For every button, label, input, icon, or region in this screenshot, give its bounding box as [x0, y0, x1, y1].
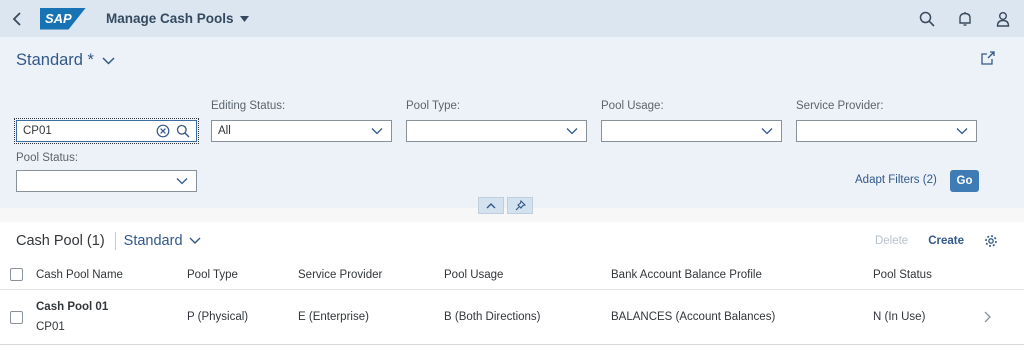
cash-pool-id: CP01: [36, 321, 65, 333]
pool-status-label: Pool Status:: [16, 152, 79, 164]
settings-gear-icon[interactable]: [984, 234, 998, 248]
table-toolbar: Cash Pool (1) Standard Delete Create: [0, 222, 1024, 260]
pool-usage-label: Pool Usage:: [601, 100, 664, 112]
column-header-service-provider[interactable]: Service Provider: [298, 269, 382, 281]
clear-icon[interactable]: [156, 124, 170, 138]
go-button[interactable]: Go: [950, 170, 979, 192]
caret-down-icon: [239, 15, 249, 22]
column-header-pool-usage[interactable]: Pool Usage: [444, 269, 503, 281]
service-provider-label: Service Provider:: [796, 100, 884, 112]
table-header: Cash Pool Name Pool Type Service Provide…: [0, 260, 1024, 290]
shell-bar: SAP Manage Cash Pools: [0, 0, 1024, 37]
chevron-right-icon[interactable]: [982, 311, 992, 323]
pool-status-select[interactable]: [16, 170, 197, 192]
search-icon[interactable]: [176, 124, 190, 138]
cash-pool-name: Cash Pool 01: [36, 301, 109, 313]
chevron-down-icon: [189, 237, 201, 244]
create-button[interactable]: Create: [928, 235, 964, 247]
share-icon[interactable]: [980, 50, 996, 66]
column-header-cash-pool-name[interactable]: Cash Pool Name: [36, 269, 123, 281]
chevron-down-icon: [102, 56, 115, 65]
back-button[interactable]: [0, 0, 34, 37]
pool-usage-cell: B (Both Directions): [444, 311, 541, 323]
table-variant-name: Standard: [123, 233, 183, 249]
app-title: Manage Cash Pools: [106, 11, 234, 26]
filter-header: Standard * CP01 Editing Status: All Pool…: [0, 37, 1024, 214]
service-provider-select[interactable]: [796, 120, 977, 142]
pool-type-label: Pool Type:: [406, 100, 461, 112]
chevron-down-icon: [371, 128, 383, 135]
column-header-balance-profile[interactable]: Bank Account Balance Profile: [611, 269, 762, 281]
table-title: Cash Pool (1): [16, 233, 105, 249]
adapt-filters-link[interactable]: Adapt Filters (2): [855, 174, 937, 186]
editing-status-label: Editing Status:: [211, 100, 286, 112]
editing-status-select[interactable]: All: [211, 120, 392, 142]
notifications-button[interactable]: [956, 10, 974, 28]
pool-type-select[interactable]: [406, 120, 587, 142]
search-icon: [919, 11, 935, 27]
table-row[interactable]: Cash Pool 01 CP01 P (Physical) E (Enterp…: [0, 291, 1024, 345]
table-variant-selector[interactable]: Standard: [124, 233, 201, 249]
app-title-menu[interactable]: Manage Cash Pools: [106, 11, 249, 26]
chevron-up-icon: [486, 203, 496, 209]
sap-logo[interactable]: SAP: [40, 7, 86, 30]
search-value: CP01: [23, 125, 52, 137]
variant-name: Standard *: [16, 51, 94, 69]
editing-status-value: All: [218, 125, 231, 137]
collapse-header-button[interactable]: [478, 197, 504, 214]
search-input[interactable]: CP01: [14, 118, 199, 144]
pool-usage-select[interactable]: [601, 120, 782, 142]
pin-header-button[interactable]: [507, 197, 533, 214]
balance-profile-cell: BALANCES (Account Balances): [611, 311, 776, 323]
column-header-pool-status[interactable]: Pool Status: [873, 269, 932, 281]
chevron-down-icon: [566, 128, 578, 135]
chevron-down-icon: [761, 128, 773, 135]
row-checkbox[interactable]: [10, 311, 23, 324]
column-header-pool-type[interactable]: Pool Type: [187, 269, 238, 281]
variant-selector[interactable]: Standard *: [16, 51, 115, 70]
bell-icon: [959, 11, 971, 26]
pool-status-cell: N (In Use): [873, 311, 926, 323]
back-icon: [12, 11, 21, 26]
pool-type-cell: P (Physical): [187, 311, 249, 323]
service-provider-cell: E (Enterprise): [298, 311, 369, 323]
select-all-checkbox[interactable]: [10, 268, 23, 281]
pin-icon: [515, 200, 526, 211]
user-icon: [996, 11, 1010, 27]
user-menu-button[interactable]: [994, 10, 1012, 28]
cash-pool-table: Cash Pool (1) Standard Delete Create Cas…: [0, 222, 1024, 355]
chevron-down-icon: [176, 178, 188, 185]
search-button[interactable]: [918, 10, 936, 28]
toolbar-separator: [114, 232, 116, 250]
chevron-down-icon: [956, 128, 968, 135]
delete-button[interactable]: Delete: [875, 235, 908, 247]
